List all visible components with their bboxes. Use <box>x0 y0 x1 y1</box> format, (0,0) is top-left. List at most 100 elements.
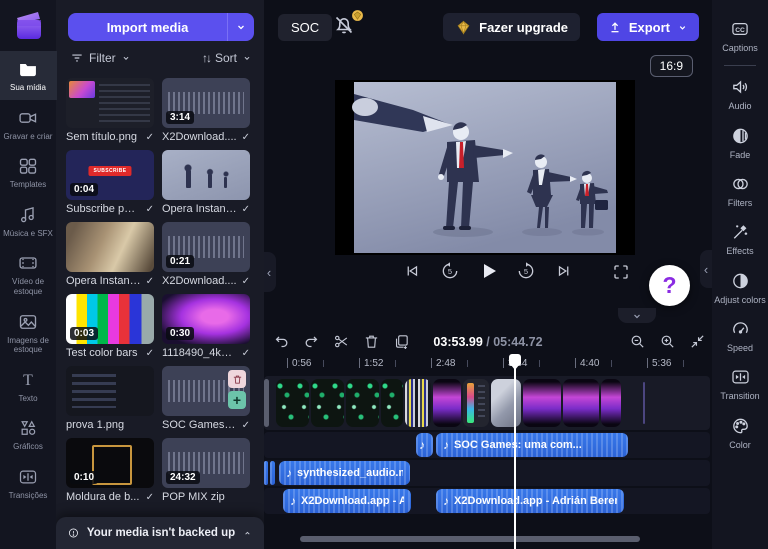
video-clip[interactable] <box>276 379 309 427</box>
upgrade-button[interactable]: Fazer upgrade <box>443 13 580 41</box>
video-clip[interactable] <box>491 379 521 427</box>
media-backup-notice[interactable]: Your media isn't backed up <box>56 517 264 549</box>
video-clip[interactable] <box>346 379 379 427</box>
video-clip[interactable] <box>433 379 461 427</box>
forward-5s-button[interactable]: 5 <box>513 258 539 284</box>
sidebar-item-graficos[interactable]: Gráficos <box>0 410 57 459</box>
notifications-muted-button[interactable] <box>332 10 363 43</box>
audio-clip[interactable]: ♪ synthesized_audio.mp3 <box>279 461 410 485</box>
video-clip[interactable] <box>563 379 599 427</box>
delete-button[interactable] <box>362 332 380 350</box>
media-thumbnail[interactable]: SUBSCRIBE 0:04 <box>66 150 154 200</box>
video-clip[interactable] <box>523 379 561 427</box>
media-thumbnail[interactable] <box>66 366 154 416</box>
media-thumbnail[interactable]: 0:03 <box>66 294 154 344</box>
video-clip[interactable] <box>264 379 269 427</box>
zoom-to-fit-button[interactable] <box>688 332 706 350</box>
audio-clip[interactable]: ♪ X2Download.app - Adr <box>283 489 411 513</box>
sidebar-item-video-de-estoque[interactable]: Vídeo de estoque <box>0 245 57 303</box>
collapse-properties-panel-button[interactable]: ‹ <box>700 250 712 288</box>
sidebar-item-sua-midia[interactable]: Sua mídia <box>0 51 57 100</box>
filter-button[interactable]: Filter <box>70 49 131 67</box>
sidebar-item-label: Sua mídia <box>9 83 47 92</box>
preview-collapse-tab[interactable] <box>618 308 656 323</box>
skip-to-start-button[interactable] <box>399 258 425 284</box>
film-icon <box>19 257 37 270</box>
export-button[interactable]: Export <box>596 13 699 41</box>
rail-item-fade[interactable]: Fade <box>712 119 768 167</box>
video-clip[interactable] <box>463 379 489 427</box>
music-note-icon: ♪ <box>286 466 292 480</box>
media-thumbnail[interactable] <box>162 150 250 200</box>
video-clip[interactable] <box>405 379 431 427</box>
media-thumbnail[interactable]: 0:30 <box>162 294 250 344</box>
color-palette-icon <box>732 418 748 434</box>
media-item: Opera Instant... ✓ <box>162 150 250 215</box>
split-button[interactable] <box>332 332 350 350</box>
rail-item-effects[interactable]: Effects <box>712 215 768 263</box>
timeline-ruler[interactable]: 0:56 1:52 2:48 3:44 4:40 5:36 <box>264 355 712 375</box>
playback-controls: 5 5 <box>264 258 712 292</box>
video-preview[interactable] <box>335 80 635 255</box>
rail-item-color[interactable]: Color <box>712 409 768 457</box>
rail-item-filters[interactable]: Filters <box>712 167 768 215</box>
preview-area: SOC Fazer upgrade Export 16:9 5 5 ‹ ‹ ? <box>262 0 712 328</box>
sidebar-item-imagens-de-estoque[interactable]: Imagens de estoque <box>0 304 57 362</box>
rail-item-transition[interactable]: Transition <box>712 360 768 408</box>
zoom-out-button[interactable] <box>628 332 646 350</box>
play-button[interactable] <box>475 258 501 284</box>
sort-button[interactable]: ↑↓ Sort <box>202 49 252 67</box>
fade-icon <box>732 128 748 144</box>
help-button[interactable]: ? <box>649 265 690 306</box>
sidebar-item-texto[interactable]: T Texto <box>0 362 57 411</box>
sidebar-item-templates[interactable]: Templates <box>0 148 57 197</box>
redo-button[interactable] <box>302 332 320 350</box>
sidebar-item-musica-e-sfx[interactable]: Música e SFX <box>0 197 57 246</box>
sidebar-item-transicoes[interactable]: Transições <box>0 459 57 508</box>
timeline-scrollbar[interactable] <box>300 536 640 542</box>
duplicate-button[interactable] <box>392 332 410 350</box>
zoom-in-button[interactable] <box>658 332 676 350</box>
audio-clip[interactable]: ♪ <box>416 433 433 457</box>
ruler-tick-label: 2:48 <box>436 358 456 369</box>
rail-item-audio[interactable]: Audio <box>712 70 768 118</box>
media-thumbnail[interactable]: 0:10 <box>66 438 154 488</box>
import-media-caret-button[interactable] <box>227 13 254 41</box>
media-thumbnail[interactable] <box>66 78 154 128</box>
total-time: 05:44.72 <box>493 335 543 349</box>
media-thumbnail[interactable] <box>66 222 154 272</box>
media-thumbnail[interactable]: + <box>162 366 250 416</box>
audio-clip[interactable] <box>270 461 275 485</box>
rail-item-speed[interactable]: Speed <box>712 312 768 360</box>
fullscreen-button[interactable] <box>608 259 634 285</box>
delete-media-button[interactable] <box>228 370 246 388</box>
collapse-media-panel-button[interactable]: ‹ <box>262 252 276 292</box>
rail-item-label: Adjust colors <box>714 294 766 305</box>
video-clip[interactable] <box>381 379 403 427</box>
undo-button[interactable] <box>272 332 290 350</box>
add-to-timeline-button[interactable]: + <box>228 391 246 409</box>
media-panel: Import media Filter ↑↓ Sort Sem título.p… <box>56 0 264 549</box>
import-media-button[interactable]: Import media <box>68 13 227 41</box>
media-thumbnail[interactable]: 24:32 <box>162 438 250 488</box>
video-clip[interactable] <box>311 379 344 427</box>
sidebar-item-gravar-e-criar[interactable]: Gravar e criar <box>0 100 57 149</box>
audio-clip[interactable]: ♪ SOC Games: uma com... <box>436 433 628 457</box>
media-grid: Sem título.png ✓ 3:14 X2Download.... ✓ SUB… <box>66 78 250 503</box>
rail-item-captions[interactable]: CC Captions <box>712 12 768 60</box>
rail-item-label: Speed <box>726 343 754 354</box>
project-title[interactable]: SOC <box>278 14 333 41</box>
transition-icon <box>731 370 749 384</box>
rewind-5s-button[interactable]: 5 <box>437 258 463 284</box>
skip-to-end-button[interactable] <box>551 258 577 284</box>
audio-clip[interactable]: ♪ X2Download.app - Adrián Berengu <box>436 489 624 513</box>
aspect-ratio-button[interactable]: 16:9 <box>649 55 693 77</box>
audio-clip[interactable] <box>264 461 268 485</box>
music-note-icon: ♪ <box>290 494 296 508</box>
premium-gem-badge-icon <box>351 9 364 22</box>
media-thumbnail[interactable]: 0:21 <box>162 222 250 272</box>
media-thumbnail[interactable]: 3:14 <box>162 78 250 128</box>
video-clip[interactable] <box>601 379 621 427</box>
rail-item-adjust-colors[interactable]: Adjust colors <box>712 264 768 312</box>
check-icon: ✓ <box>145 491 154 503</box>
